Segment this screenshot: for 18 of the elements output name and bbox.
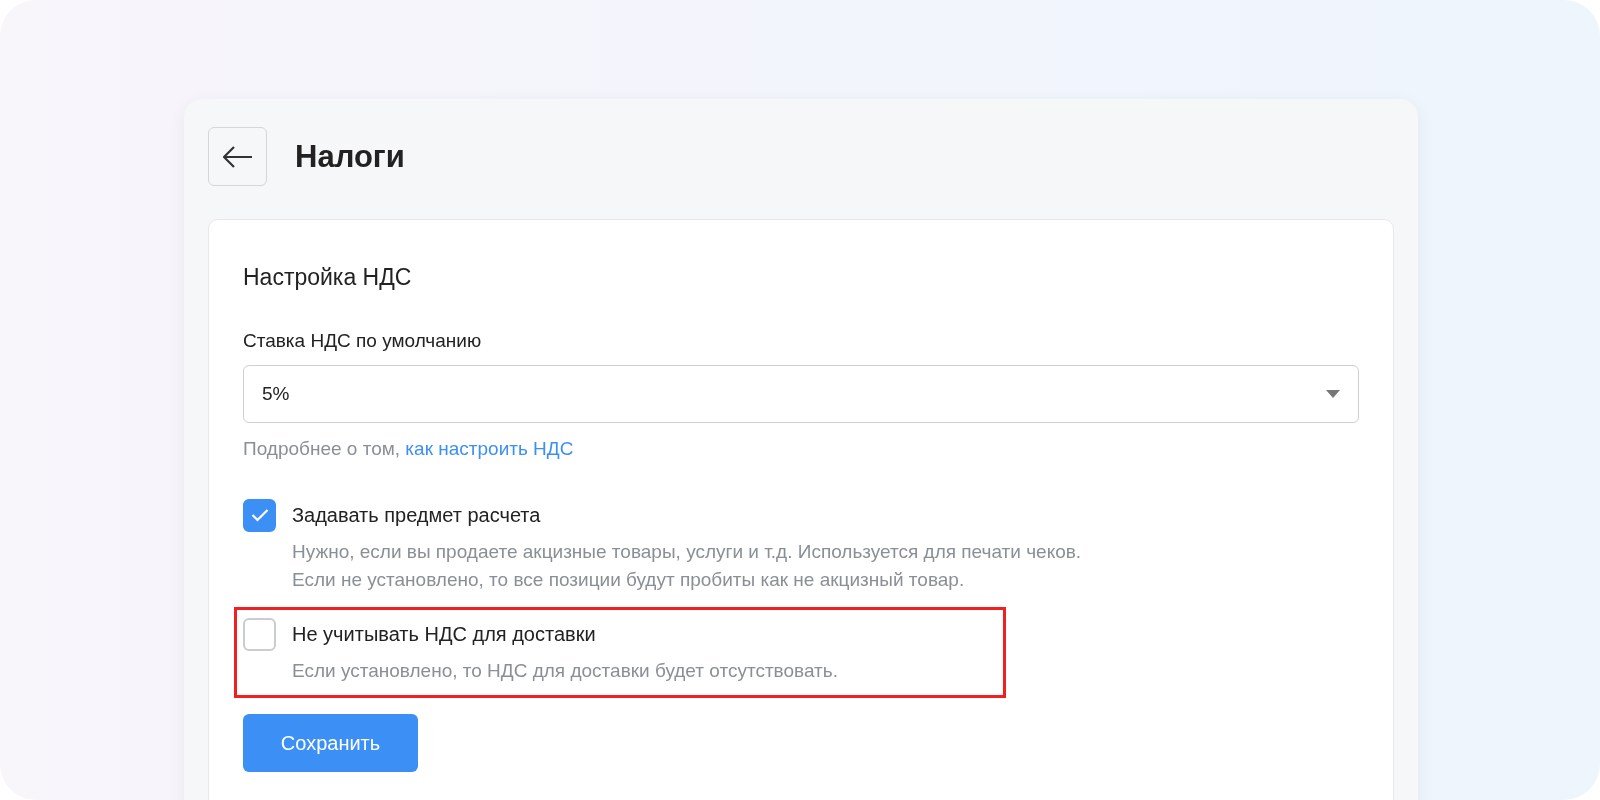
vat-rate-select[interactable]: 5% — [243, 365, 1359, 423]
help-link[interactable]: как настроить НДС — [405, 438, 574, 459]
checkbox-label: Не учитывать НДС для доставки — [292, 621, 597, 647]
checkbox-label: Задавать предмет расчета — [292, 502, 542, 528]
checkmark-icon — [250, 508, 269, 522]
save-button[interactable]: Сохранить — [243, 713, 418, 772]
checkbox[interactable] — [243, 498, 276, 532]
back-button[interactable] — [208, 127, 267, 186]
option-description: Если установлено, то НДС для доставки будет отсутствовать. — [292, 658, 838, 683]
arrow-left-icon — [222, 145, 253, 168]
option-description: Если не установлено, то все позиции будут пробиты как не акцизный товар. — [292, 567, 966, 592]
field-label: Ставка НДС по умолчанию — [243, 328, 483, 353]
option-description: Нужно, если вы продаете акцизные товары, услуги и т.д. Используется для печати чеков. — [292, 539, 1082, 564]
card-title: Настройка НДС — [243, 263, 413, 292]
page-title: Налоги — [295, 137, 405, 176]
help-text: Подробнее о том, как настроить НДС — [243, 437, 575, 461]
caret-icon — [1326, 390, 1340, 398]
checkbox[interactable] — [243, 617, 276, 651]
